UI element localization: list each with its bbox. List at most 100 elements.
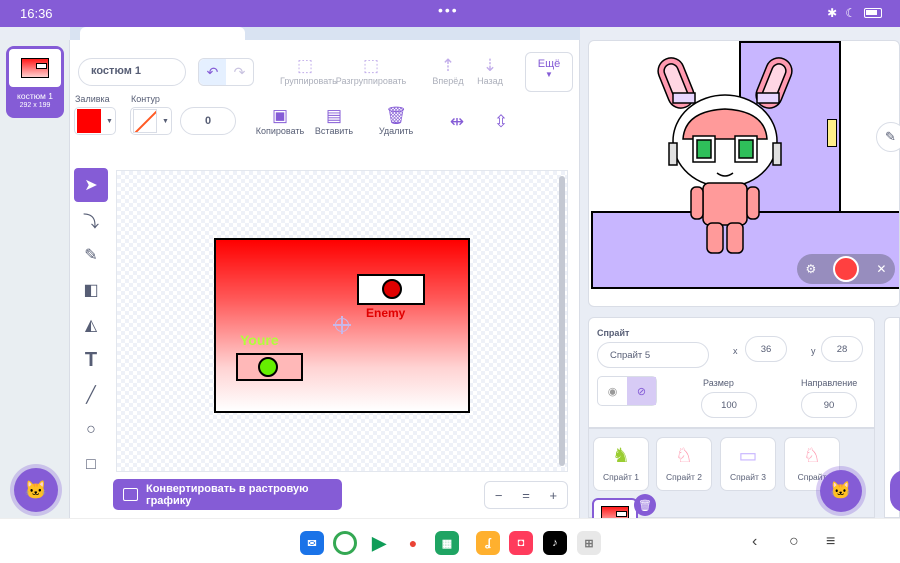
y-input[interactable]: 28	[821, 336, 863, 362]
sprite-thumbnail: ♘	[803, 444, 821, 467]
zoom-out-button[interactable]: −	[485, 482, 512, 508]
screen-recorder-app-icon[interactable]: ◘	[509, 531, 533, 555]
clock: 16:36	[20, 6, 53, 21]
files-app-icon[interactable]: ▦	[435, 531, 459, 555]
stage[interactable]: ⚙ ✕	[588, 40, 900, 307]
outline-width-input[interactable]: 0	[180, 107, 236, 135]
reshape-tool[interactable]: ⤵	[74, 203, 108, 237]
undo-redo-group: ↶ ↷	[198, 58, 254, 86]
fill-tool[interactable]: ◭	[74, 308, 108, 342]
taskbar: ✉ ▶ ● ▦ ʆ ◘ ♪ ⊞ ‹ ○ ≡	[0, 518, 900, 563]
show-button[interactable]: ◉	[598, 377, 627, 405]
back-nav-icon[interactable]: ‹	[752, 533, 757, 551]
tiktok-app-icon[interactable]: ♪	[543, 531, 567, 555]
outline-label: Контур	[131, 94, 160, 104]
app-drawer-icon[interactable]: ⊞	[577, 531, 601, 555]
home-nav-icon[interactable]: ○	[789, 533, 799, 551]
add-sprite-button[interactable]: 🐱	[820, 470, 862, 512]
canvas-vertical-scrollbar[interactable]	[559, 176, 565, 466]
sprite-info-panel: Спрайт Спрайт 5 x 36 y 28 ◉ ⊘ Размер 100…	[588, 317, 875, 428]
flip-vertical-button[interactable]: ⇳	[488, 112, 514, 132]
group-button[interactable]: ⬚ Группировать	[280, 56, 337, 86]
forward-button[interactable]: ⇡ Вперёд	[428, 56, 468, 86]
outline-color-picker[interactable]: ▼	[130, 107, 172, 135]
fill-label: Заливка	[75, 94, 110, 104]
ungroup-button[interactable]: ⬚ Разгруппировать	[334, 56, 408, 86]
recents-nav-icon[interactable]: ≡	[826, 533, 835, 551]
convert-to-bitmap-button[interactable]: Конвертировать в растровую графику	[113, 479, 342, 510]
zoom-reset-button[interactable]: =	[512, 482, 539, 508]
status-bar: 16:36 ••• ✱ ☾	[0, 0, 900, 27]
copy-button[interactable]: ▣ Копировать	[254, 106, 306, 136]
circle-tool[interactable]: ○	[74, 413, 108, 447]
x-input[interactable]: 36	[745, 336, 787, 362]
outline-swatch	[133, 109, 157, 133]
play-store-app-icon[interactable]: ▶	[367, 531, 391, 555]
line-tool[interactable]: ╱	[74, 378, 108, 412]
trash-icon: 🗑	[385, 106, 407, 125]
add-costume-button[interactable]: 🐱	[14, 468, 58, 512]
ungroup-icon: ⬚	[362, 56, 380, 75]
rectangle-tool[interactable]: □	[74, 448, 108, 482]
sprite-name-input[interactable]: Спрайт 5	[597, 342, 709, 368]
messages-app-icon[interactable]: ✉	[300, 531, 324, 555]
size-input[interactable]: 100	[701, 392, 757, 418]
fill-color-picker[interactable]: ▼	[74, 107, 116, 135]
zoom-out-icon: −	[494, 487, 503, 503]
scratch-app-icon[interactable]: ʆ	[476, 531, 500, 555]
delete-sprite-button[interactable]: 🗑	[634, 494, 656, 516]
brush-icon: ✎	[84, 247, 98, 264]
rotation-center-crosshair	[333, 316, 351, 334]
costume-number: 1	[11, 49, 16, 58]
system-icons: ✱ ☾	[827, 6, 882, 20]
sprite-tile[interactable]: ♞ Спрайт 1	[593, 437, 649, 491]
sprite-thumbnail: ♞	[612, 444, 630, 467]
sprite-tile[interactable]: ♘ Спрайт 2	[656, 437, 712, 491]
select-tool[interactable]: ➤	[74, 168, 108, 202]
zoom-reset-icon: =	[522, 487, 530, 503]
settings-gear-icon[interactable]: ⚙	[806, 262, 817, 276]
costume-tile-selected[interactable]: 1 костюм 1 292 x 199	[6, 46, 64, 118]
direction-input[interactable]: 90	[801, 392, 857, 418]
sprite-tile[interactable]: ▭ Спрайт 3	[720, 437, 776, 491]
costume-name: костюм 1	[17, 91, 53, 101]
copy-icon: ▣	[271, 106, 289, 125]
circle-icon: ○	[86, 421, 96, 438]
more-button[interactable]: Ещё ▼	[525, 52, 573, 92]
redo-button[interactable]: ↷	[226, 59, 253, 85]
flip-horizontal-button[interactable]: ⇹	[444, 112, 470, 132]
sprite-tile-selected[interactable]	[592, 498, 638, 520]
record-button[interactable]	[833, 256, 860, 282]
enemy-dot	[382, 279, 402, 299]
sprite-heading: Спрайт	[597, 328, 630, 338]
text-tool[interactable]: T	[74, 343, 108, 377]
assistant-app-icon[interactable]: ●	[401, 531, 425, 555]
bunny-character-sprite[interactable]	[645, 51, 805, 266]
undo-button[interactable]: ↶	[199, 59, 226, 85]
y-label: y	[811, 346, 816, 356]
reshape-icon: ⤵	[82, 214, 99, 231]
enemy-box[interactable]	[357, 274, 425, 305]
paste-button[interactable]: ▤ Вставить	[312, 106, 356, 136]
multiwindow-dots[interactable]: •••	[438, 2, 459, 18]
player-box[interactable]	[236, 353, 303, 381]
brush-tool[interactable]: ✎	[74, 238, 108, 272]
flip-vertical-icon: ⇳	[493, 112, 509, 131]
tab-costumes[interactable]	[80, 27, 245, 40]
costume-name-input[interactable]: костюм 1	[78, 58, 186, 86]
eraser-tool[interactable]: ◧	[74, 273, 108, 307]
stage-backdrop: ⚙ ✕	[591, 41, 899, 289]
zoom-in-button[interactable]: +	[540, 482, 567, 508]
backward-button[interactable]: ⇣ Назад	[472, 56, 508, 86]
visibility-toggle: ◉ ⊘	[597, 376, 657, 406]
edit-pencil-button[interactable]: ✎	[876, 122, 900, 152]
stage-recording-bar: ⚙ ✕	[797, 254, 895, 284]
delete-button[interactable]: 🗑 Удалить	[376, 106, 416, 136]
close-icon[interactable]: ✕	[876, 262, 886, 276]
bucket-icon: ◭	[84, 317, 98, 334]
costume-thumbnail	[9, 49, 61, 87]
chrome-app-icon[interactable]	[333, 531, 357, 555]
image-icon	[123, 488, 138, 501]
hide-button[interactable]: ⊘	[627, 377, 656, 405]
sprite-thumbnail: ▭	[738, 444, 758, 467]
